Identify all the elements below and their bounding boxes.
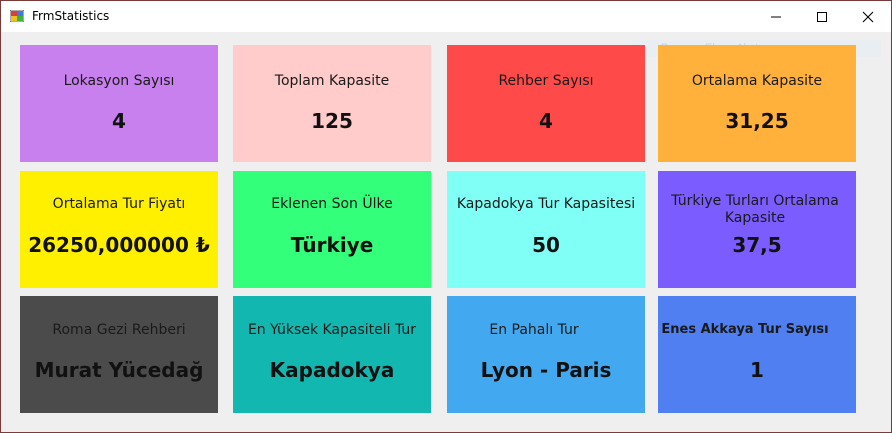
card-label: En Pahalı Tur (489, 322, 579, 338)
minimize-icon (771, 16, 781, 17)
maximize-button[interactable] (799, 1, 845, 32)
card-value: 26250,000000 ₺ (28, 233, 210, 257)
card-label: Ortalama Tur Fiyatı (52, 196, 186, 212)
card-turkey-tours-average: Türkiye Turları Ortalama Kapasite 37,5 (658, 171, 856, 288)
card-value: 125 (311, 109, 353, 133)
close-button[interactable] (845, 1, 891, 32)
card-value: 4 (112, 109, 126, 133)
card-label: Eklenen Son Ülke (271, 196, 393, 212)
card-label: Türkiye Turları Ortalama Kapasite (671, 193, 839, 226)
card-label: Enes Akkaya Tur Sayısı (661, 322, 829, 337)
card-value: Türkiye (290, 233, 374, 257)
card-label: Roma Gezi Rehberi (52, 322, 186, 338)
card-average-tour-price: Ortalama Tur Fiyatı 26250,000000 ₺ (20, 171, 218, 288)
close-icon (862, 11, 874, 22)
card-label: Lokasyon Sayısı (63, 73, 175, 89)
card-value: Kapadokya (269, 358, 395, 382)
card-label: Kapadokya Tur Kapasitesi (456, 196, 636, 212)
card-value: 4 (539, 109, 553, 133)
client-area: Pencere Ekran Alıntısı Lokasyon Sayısı 4… (1, 32, 891, 432)
minimize-button[interactable] (753, 1, 799, 32)
statistics-window: FrmStatistics Pencere Ekran Alıntısı Lok… (0, 0, 892, 433)
card-label: Rehber Sayısı (498, 73, 594, 89)
card-rome-guide: Roma Gezi Rehberi Murat Yücedağ (20, 296, 218, 413)
card-value: Murat Yücedağ (34, 358, 204, 382)
card-label: En Yüksek Kapasiteli Tur (247, 322, 417, 338)
app-icon (10, 10, 24, 22)
card-highest-capacity-tour: En Yüksek Kapasiteli Tur Kapadokya (233, 296, 431, 413)
card-enes-akkaya-tour-count: Enes Akkaya Tur Sayısı 1 (658, 296, 856, 413)
maximize-icon (817, 11, 827, 22)
card-value: 1 (750, 358, 764, 382)
card-cappadocia-capacity: Kapadokya Tur Kapasitesi 50 (447, 171, 645, 288)
card-average-capacity: Ortalama Kapasite 31,25 (658, 45, 856, 162)
card-label: Toplam Kapasite (274, 73, 390, 89)
card-last-added-country: Eklenen Son Ülke Türkiye (233, 171, 431, 288)
title-bar[interactable]: FrmStatistics (1, 1, 891, 32)
card-guide-count: Rehber Sayısı 4 (447, 45, 645, 162)
card-total-capacity: Toplam Kapasite 125 (233, 45, 431, 162)
card-value: 50 (532, 233, 560, 257)
card-value: Lyon - Paris (480, 358, 612, 382)
card-label: Ortalama Kapasite (691, 73, 823, 89)
card-value: 31,25 (725, 109, 789, 133)
card-value: 37,5 (732, 233, 782, 257)
card-location-count: Lokasyon Sayısı 4 (20, 45, 218, 162)
window-title: FrmStatistics (32, 9, 110, 23)
card-most-expensive-tour: En Pahalı Tur Lyon - Paris (447, 296, 645, 413)
